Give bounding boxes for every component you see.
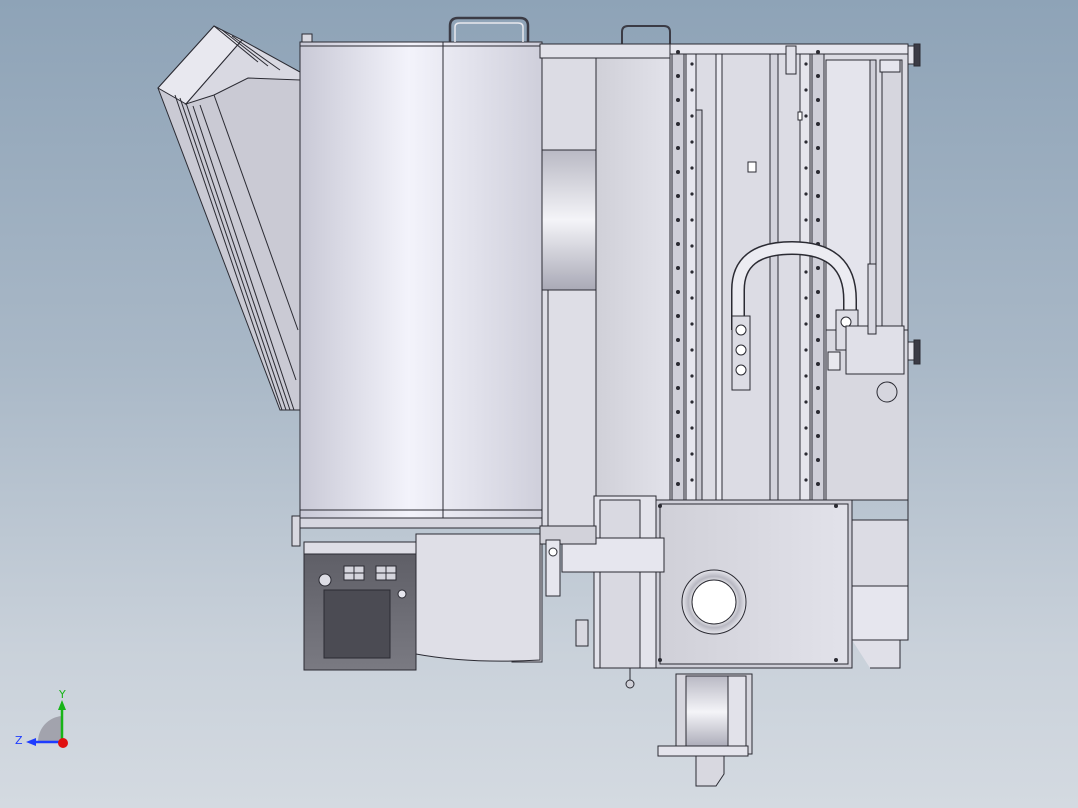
axis-triad: Y Z xyxy=(15,688,68,748)
drive-motor xyxy=(657,673,753,787)
cad-viewport[interactable]: Y Z xyxy=(0,0,1078,808)
main-drum-housing xyxy=(299,33,543,529)
roller-cylinder xyxy=(541,57,599,527)
machine-drawing: Y Z xyxy=(15,16,921,787)
drum-handle xyxy=(448,16,530,42)
y-axis-label: Y xyxy=(58,688,66,701)
control-box xyxy=(291,515,541,671)
z-axis-label: Z xyxy=(15,734,23,747)
x-axis-dot xyxy=(58,738,68,748)
hopper-chute xyxy=(157,25,301,411)
